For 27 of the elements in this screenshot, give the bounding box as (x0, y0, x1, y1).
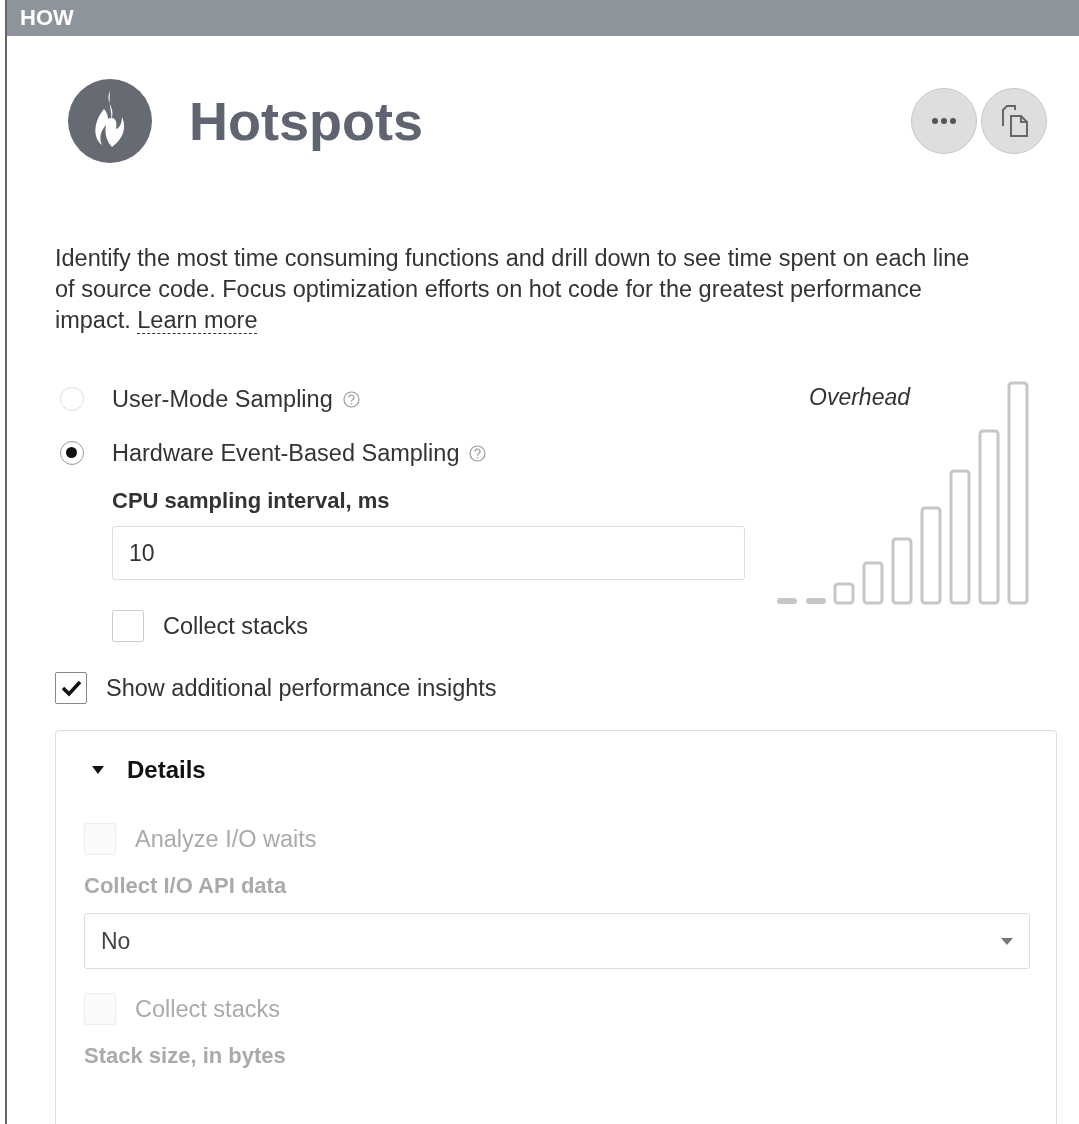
caret-icon[interactable] (91, 765, 105, 775)
more-icon (931, 117, 957, 125)
help-icon[interactable] (342, 390, 360, 408)
details-title[interactable]: Details (127, 756, 206, 784)
cpu-interval-input[interactable]: 10 (112, 526, 745, 580)
checkbox-label: Analyze I/O waits (135, 825, 317, 853)
sampling-mode-label: Hardware Event-Based Sampling (112, 439, 460, 467)
checkmark-icon (60, 679, 82, 697)
analysis-title: Hotspots (189, 90, 423, 152)
io-api-dropdown[interactable]: No (84, 913, 1030, 969)
help-icon[interactable] (469, 444, 487, 462)
show-insights-label: Show additional performance insights (106, 674, 497, 702)
sampling-mode-label: User-Mode Sampling (112, 385, 333, 413)
overhead-label: Overhead (809, 384, 910, 411)
field-label: Stack size, in bytes (84, 1043, 287, 1070)
radio-button[interactable] (60, 441, 84, 465)
dropdown-caret-icon (1001, 937, 1013, 945)
header-title: HOW (20, 5, 74, 31)
field-label: Collect I/O API data (84, 873, 288, 900)
collect-stacks-label: Collect stacks (163, 612, 308, 640)
learn-more-link[interactable]: Learn more (137, 307, 258, 334)
cpu-interval-label: CPU sampling interval, ms (112, 488, 391, 514)
flame-icon (68, 79, 152, 163)
checkbox[interactable] (55, 672, 87, 704)
analysis-description: Identify the most time consuming functions and drill down to see time spent on each line of source code. Focus optimization efforts on hot code for the greatest performance impact. Learn more (55, 244, 971, 336)
checkbox-label: Collect stacks (135, 995, 280, 1023)
checkbox[interactable] (112, 610, 144, 642)
